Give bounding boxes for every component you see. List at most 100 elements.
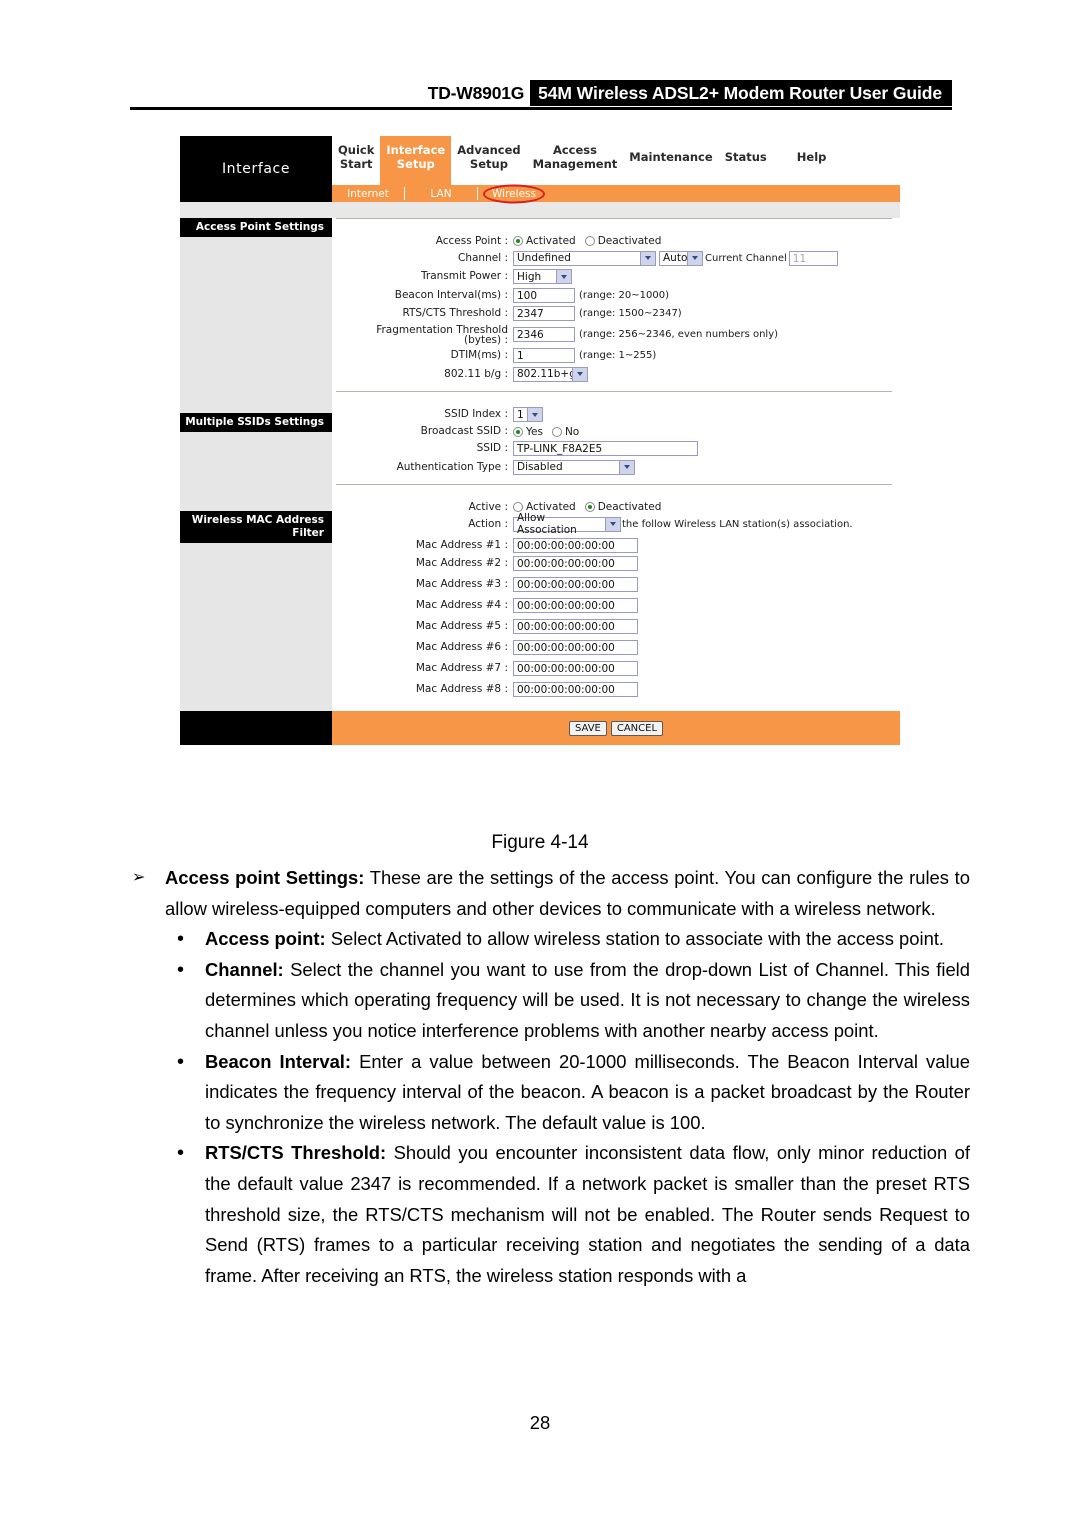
row-ssid: SSID : TP-LINK_F8A2E5	[332, 441, 900, 456]
tab-interface-setup-line1: Interface	[386, 143, 446, 157]
bullet-beacon-interval: • Beacon Interval: Enter a value between…	[120, 1047, 970, 1139]
label-80211-mode: 802.11 b/g :	[444, 367, 508, 380]
select-action-value: Allow Association	[517, 512, 577, 536]
label-mac-address-2: Mac Address #2 :	[415, 557, 508, 569]
row-broadcast-ssid: Broadcast SSID : Yes No	[332, 426, 900, 438]
select-transmit-power[interactable]: High	[513, 269, 572, 284]
row-fragmentation-threshold: Fragmentation Threshold (bytes) : 2346 (…	[332, 324, 900, 345]
chevron-down-icon	[572, 367, 587, 381]
dot-bullet-icon: •	[177, 1050, 185, 1073]
input-current-channel: 11	[788, 250, 838, 266]
header-model: TD-W8901G	[417, 80, 531, 106]
label-active: Active :	[468, 500, 508, 513]
select-action[interactable]: Allow Association	[513, 512, 621, 536]
figure-form-column: Access Point : Activated Deactivated Cha…	[332, 218, 900, 711]
row-mac-address-1: Mac Address #1 : 00:00:00:00:00:00	[332, 537, 900, 553]
row-beacon-interval: Beacon Interval(ms) : 100 (range: 20~100…	[332, 287, 900, 303]
label-current-channel: Current Channel	[705, 252, 787, 264]
bullet-channel: • Channel: Select the channel you want t…	[120, 955, 970, 1047]
label-mac-address-3: Mac Address #3 :	[415, 578, 508, 590]
input-fragmentation-threshold[interactable]: 2346	[513, 327, 575, 342]
row-mac-address-7: Mac Address #7 : 00:00:00:00:00:00	[332, 661, 900, 676]
radio-group-broadcast-ssid: Yes No	[513, 426, 585, 438]
row-80211-mode: 802.11 b/g : 802.11b+g	[332, 366, 900, 382]
figure-spacer-bar	[180, 202, 900, 218]
select-channel[interactable]: Undefined	[513, 250, 656, 266]
select-80211-mode-value: 802.11b+g	[517, 368, 576, 380]
subtab-lan[interactable]: LAN	[405, 188, 477, 200]
subtab-wireless[interactable]: Wireless	[478, 184, 550, 203]
radio-access-point-deactivated[interactable]	[584, 236, 595, 246]
row-active: Active : Activated Deactivated	[332, 501, 900, 513]
radio-broadcast-no[interactable]	[551, 426, 562, 437]
save-button[interactable]: SAVE	[568, 720, 607, 736]
input-mac-address-8[interactable]: 00:00:00:00:00:00	[513, 682, 638, 697]
figure-footer: SAVE CANCEL	[180, 711, 900, 745]
tab-maintenance[interactable]: Maintenance	[623, 136, 718, 178]
row-dtim: DTIM(ms) : 1 (range: 1~255)	[332, 348, 900, 363]
header-title: 54M Wireless ADSL2+ Modem Router User Gu…	[530, 80, 952, 106]
input-beacon-interval[interactable]: 100	[513, 287, 575, 303]
tab-status[interactable]: Status	[719, 136, 773, 178]
select-transmit-power-value: High	[517, 270, 542, 283]
label-access-point-deactivated: Deactivated	[597, 235, 662, 247]
cancel-button[interactable]: CANCEL	[610, 720, 664, 736]
row-ssid-index: SSID Index : 1	[332, 407, 900, 422]
input-mac-address-4[interactable]: 00:00:00:00:00:00	[513, 598, 638, 613]
tab-access-management-line2: Management	[532, 157, 618, 171]
tab-quick-start[interactable]: Quick Start	[332, 136, 380, 178]
hint-rts-range: (range: 1500~2347)	[579, 308, 682, 319]
select-authentication-type[interactable]: Disabled	[513, 459, 635, 475]
radio-active-deactivated[interactable]	[584, 502, 595, 512]
tab-advanced-setup-line1: Advanced	[457, 143, 521, 157]
tab-help[interactable]: Help	[791, 136, 833, 178]
select-channel-mode[interactable]: Auto	[659, 250, 703, 266]
input-mac-address-5[interactable]: 00:00:00:00:00:00	[513, 619, 638, 634]
page-number: 28	[529, 1412, 551, 1433]
radio-active-activated[interactable]	[513, 502, 523, 512]
footer-action-bar: SAVE CANCEL	[332, 711, 900, 745]
hint-dtim-range: (range: 1~255)	[579, 350, 657, 361]
radio-access-point-activated[interactable]	[513, 236, 523, 246]
input-mac-address-7[interactable]: 00:00:00:00:00:00	[513, 661, 638, 676]
input-mac-address-3[interactable]: 00:00:00:00:00:00	[513, 577, 638, 592]
row-access-point: Access Point : Activated Deactivated	[332, 235, 900, 247]
input-rts-threshold[interactable]: 2347	[513, 306, 575, 321]
row-transmit-power: Transmit Power : High	[332, 269, 900, 284]
select-80211-mode[interactable]: 802.11b+g	[513, 366, 588, 382]
label-beacon-interval: Beacon Interval(ms) :	[394, 288, 508, 301]
bullet-channel-term: Channel:	[205, 958, 284, 980]
input-ssid[interactable]: TP-LINK_F8A2E5	[513, 441, 698, 456]
input-mac-address-6[interactable]: 00:00:00:00:00:00	[513, 640, 638, 655]
input-mac-address-2[interactable]: 00:00:00:00:00:00	[513, 556, 638, 571]
row-authentication-type: Authentication Type : Disabled	[332, 459, 900, 475]
input-dtim[interactable]: 1	[513, 348, 575, 363]
figure-body: Access Point Settings Multiple SSIDs Set…	[180, 218, 900, 711]
header-rule	[130, 107, 952, 110]
input-mac-address-1[interactable]: 00:00:00:00:00:00	[513, 537, 638, 553]
select-authentication-type-value: Disabled	[517, 461, 563, 473]
bullet-access-point: • Access point: Select Activated to allo…	[120, 924, 970, 955]
red-highlight-ellipse-icon	[483, 184, 545, 203]
tab-interface-setup-line2: Setup	[396, 157, 435, 171]
label-mac-address-4: Mac Address #4 :	[415, 599, 508, 611]
subtab-internet[interactable]: Internet	[332, 188, 404, 200]
tab-access-management[interactable]: Access Management	[527, 136, 624, 178]
select-ssid-index[interactable]: 1	[513, 407, 543, 422]
row-mac-address-8: Mac Address #8 : 00:00:00:00:00:00	[332, 682, 900, 697]
arrow-bullet-icon: ➢	[132, 869, 146, 886]
figure-caption: Figure 4-14	[491, 832, 589, 853]
label-authentication-type: Authentication Type :	[396, 460, 508, 473]
label-ssid: SSID :	[476, 442, 508, 454]
section-access-point-settings: Access Point : Activated Deactivated Cha…	[332, 219, 900, 391]
label-active-deactivated: Deactivated	[597, 501, 662, 513]
select-ssid-index-value: 1	[517, 408, 524, 421]
tab-interface-setup[interactable]: Interface Setup	[380, 136, 452, 185]
section-multiple-ssids: SSID Index : 1 Broadcast SSID : Yes No S…	[332, 392, 900, 484]
router-ui-figure: Interface Quick Start Interface Setup Ad…	[180, 136, 900, 814]
subtab-lan-label: LAN	[430, 187, 452, 200]
tab-advanced-setup[interactable]: Advanced Setup	[451, 136, 526, 178]
row-mac-address-6: Mac Address #6 : 00:00:00:00:00:00	[332, 640, 900, 655]
radio-broadcast-yes[interactable]	[513, 426, 523, 437]
row-channel: Channel : Undefined Auto Current Channel…	[332, 250, 900, 266]
